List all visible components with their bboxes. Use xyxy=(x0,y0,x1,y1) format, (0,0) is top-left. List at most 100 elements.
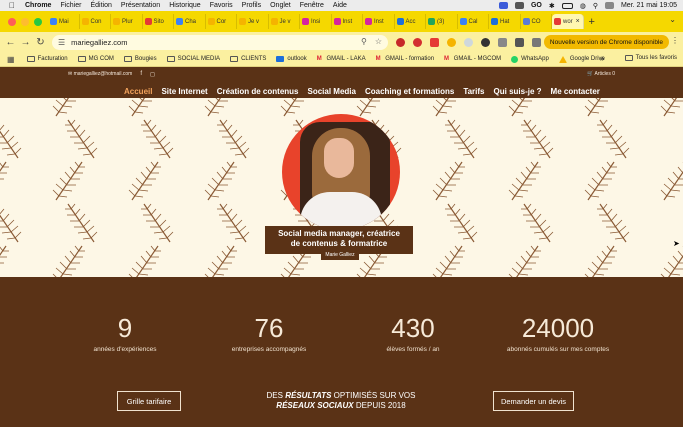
close-tab-icon[interactable]: × xyxy=(576,18,580,25)
reload-button[interactable]: ↻ xyxy=(33,37,48,48)
browser-tab[interactable]: CO xyxy=(521,14,552,29)
bookmark-label: Bougies xyxy=(134,56,157,62)
nav-me-contacter[interactable]: Me contacter xyxy=(551,87,600,96)
forward-button[interactable]: → xyxy=(18,37,33,48)
address-bar[interactable]: ☰ mariegalliez.com ⚲ ☆ xyxy=(52,34,388,50)
browser-tab[interactable]: Mai xyxy=(48,14,80,29)
bookmark-gmail-mgcom[interactable]: M GMAIL - MGCOM xyxy=(444,56,501,62)
tab-favicon-icon xyxy=(365,18,372,25)
bookmark-mg-com[interactable]: MG COM xyxy=(77,56,114,62)
url-text[interactable]: mariegalliez.com xyxy=(71,38,127,47)
menu-fenetre[interactable]: Fenêtre xyxy=(300,2,324,9)
browser-tab[interactable]: Cor xyxy=(206,14,237,29)
browser-tab[interactable]: Sito xyxy=(143,14,174,29)
extension-icon[interactable] xyxy=(481,37,490,47)
browser-tab[interactable]: wor × xyxy=(552,14,584,29)
browser-tab[interactable]: Con xyxy=(80,14,111,29)
nav-qui-suis-je[interactable]: Qui suis-je ? xyxy=(494,87,542,96)
menu-fichier[interactable]: Fichier xyxy=(60,2,81,9)
menu-historique[interactable]: Historique xyxy=(169,2,201,9)
bookmark-bougies[interactable]: Bougies xyxy=(123,56,157,62)
tab-favicon-icon xyxy=(270,18,278,25)
browser-tab[interactable]: Cha xyxy=(174,14,206,29)
nav-coaching-et-formations[interactable]: Coaching et formations xyxy=(365,87,454,96)
more-bookmarks-chevron-icon[interactable]: » xyxy=(600,54,604,63)
all-bookmarks-folder[interactable]: Tous les favoris xyxy=(624,55,677,61)
close-window-button[interactable] xyxy=(8,17,16,26)
chrome-update-button[interactable]: Nouvelle version de Chrome disponible xyxy=(543,35,669,49)
battery-icon[interactable] xyxy=(561,2,573,9)
nav-tarifs[interactable]: Tarifs xyxy=(463,87,484,96)
browser-tab[interactable]: (3) xyxy=(426,14,458,29)
tagline-part: DEPUIS 2018 xyxy=(355,401,406,410)
request-quote-button[interactable]: Demander un devis xyxy=(493,391,574,411)
extension-icon[interactable] xyxy=(464,37,473,47)
browser-tab[interactable]: Insi xyxy=(300,14,332,29)
email-link[interactable]: ✉ mariegalliez@hotmail.com xyxy=(68,71,132,77)
zoom-icon[interactable]: ⚲ xyxy=(361,37,367,46)
nav-creation-de-contenus[interactable]: Création de contenus xyxy=(217,87,299,96)
browser-tab[interactable]: Acc xyxy=(395,14,426,29)
results-tagline: DES RÉSULTATS OPTIMISÉS SUR VOS RÉSEAUX … xyxy=(256,391,426,411)
instagram-icon[interactable]: ◻ xyxy=(150,71,155,78)
extension-icon[interactable] xyxy=(498,37,507,47)
pdf-extension-icon[interactable] xyxy=(430,37,439,47)
minimize-window-button[interactable] xyxy=(21,17,29,26)
cta-row: Grille tarifaire DES RÉSULTATS OPTIMISÉS… xyxy=(0,391,683,415)
bookmark-clients[interactable]: CLIENTS xyxy=(230,56,266,62)
menu-favoris[interactable]: Favoris xyxy=(210,2,233,9)
macos-menubar:  Chrome Fichier Édition Présentation Hi… xyxy=(0,0,683,11)
pricing-grid-button[interactable]: Grille tarifaire xyxy=(117,391,181,411)
bookmark-star-icon[interactable]: ☆ xyxy=(375,37,382,46)
extension-icon[interactable] xyxy=(413,37,422,47)
extension-icon[interactable] xyxy=(447,37,456,47)
back-button[interactable]: ← xyxy=(3,37,18,48)
status-app-icon[interactable] xyxy=(514,2,524,9)
bookmark-gmail-laka[interactable]: M GMAIL - LAKA xyxy=(317,56,366,62)
cart-link[interactable]: 🛒 Articles 0 xyxy=(587,71,615,77)
nav-site-internet[interactable]: Site Internet xyxy=(161,87,207,96)
bookmark-gmail-formation[interactable]: M GMAIL - formation xyxy=(376,56,434,62)
browser-menu-icon[interactable]: ⋮ xyxy=(671,36,679,45)
browser-tab[interactable]: Plur xyxy=(111,14,143,29)
stat-value: 24000 xyxy=(521,313,595,343)
control-center-icon[interactable] xyxy=(604,2,614,9)
facebook-icon[interactable]: f xyxy=(140,71,142,77)
browser-tab[interactable]: Cal xyxy=(458,14,489,29)
nav-social-media[interactable]: Social Media xyxy=(308,87,356,96)
menu-onglet[interactable]: Onglet xyxy=(270,2,291,9)
menu-app-chrome[interactable]: Chrome xyxy=(25,2,51,9)
menu-aide[interactable]: Aide xyxy=(333,2,347,9)
maximize-window-button[interactable] xyxy=(34,17,42,26)
apps-grid-icon[interactable]: ▦ xyxy=(7,55,15,64)
extensions-puzzle-icon[interactable] xyxy=(532,37,541,47)
browser-tab[interactable]: Inst xyxy=(363,14,395,29)
extension-icon[interactable] xyxy=(396,37,405,47)
menu-presentation[interactable]: Présentation xyxy=(121,2,160,9)
bookmark-whatsapp[interactable]: WhatsApp xyxy=(511,55,549,63)
nav-accueil[interactable]: Accueil xyxy=(124,87,152,96)
menu-profils[interactable]: Profils xyxy=(242,2,261,9)
cart-count: Articles 0 xyxy=(594,71,615,77)
bookmark-outlook[interactable]: outlook xyxy=(276,56,307,62)
status-app-icon[interactable] xyxy=(498,2,508,9)
browser-tab[interactable]: Je v xyxy=(237,14,269,29)
bookmark-facturation[interactable]: Facturation xyxy=(26,56,68,62)
wifi-icon[interactable]: ◍ xyxy=(580,2,586,10)
search-spotlight-icon[interactable]: ⚲ xyxy=(593,2,598,10)
browser-tab[interactable]: Je v xyxy=(269,14,300,29)
new-tab-button[interactable]: + xyxy=(589,16,595,28)
menubar-clock[interactable]: Mer. 21 mai 19:05 xyxy=(621,2,677,9)
menu-edition[interactable]: Édition xyxy=(90,2,111,9)
bluetooth-icon[interactable]: ✱ xyxy=(549,2,555,10)
go-status-icon[interactable]: GO xyxy=(531,2,542,9)
stats-row: 9 années d'expériences 76 entreprises ac… xyxy=(0,313,683,373)
bookmark-google-drive[interactable]: Google Drive xyxy=(558,55,605,63)
browser-tab[interactable]: Hat xyxy=(489,14,521,29)
apple-menu-icon[interactable]:  xyxy=(9,1,15,10)
bookmark-social-media[interactable]: SOCIAL MEDIA xyxy=(166,56,220,62)
browser-tab[interactable]: Inst xyxy=(332,14,363,29)
extension-icon[interactable] xyxy=(515,37,524,47)
site-info-icon[interactable]: ☰ xyxy=(58,38,65,47)
tab-search-chevron-icon[interactable]: ⌄ xyxy=(669,15,676,24)
